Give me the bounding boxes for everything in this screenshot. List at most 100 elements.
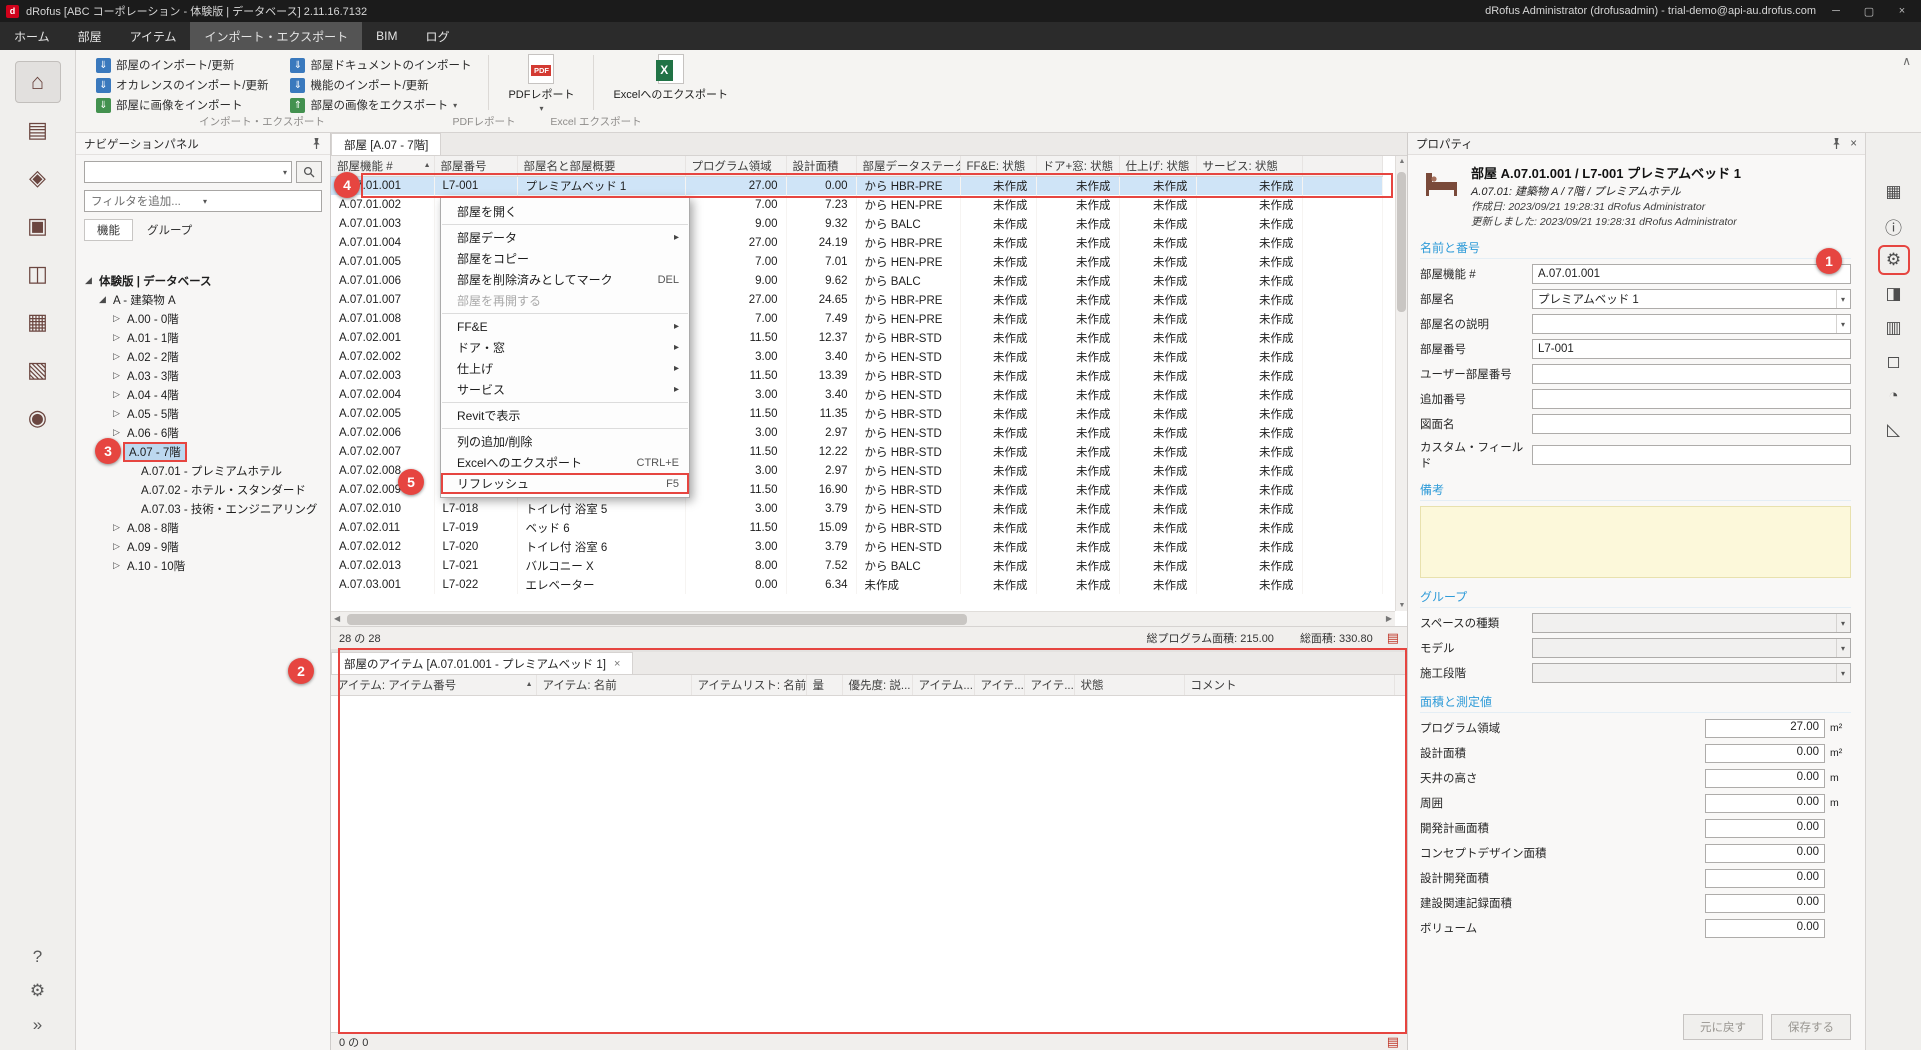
reports-icon[interactable]: ▧: [15, 349, 61, 391]
items-column-header[interactable]: 優先度: 説...: [842, 675, 912, 695]
rooms-column-header[interactable]: 仕上げ: 状態: [1119, 156, 1196, 176]
items-icon[interactable]: ◈: [15, 157, 61, 199]
tree-collapsed-icon[interactable]: ▷: [110, 560, 123, 571]
rooms-column-header[interactable]: 部屋番号: [434, 156, 517, 176]
items-column-header[interactable]: アイテム...: [912, 675, 974, 695]
tree-node[interactable]: ▷A.08 - 8階: [76, 518, 330, 537]
context-menu-item[interactable]: サービス▸: [441, 379, 689, 400]
info-icon[interactable]: ⓘ: [1878, 211, 1910, 241]
save-button[interactable]: 保存する: [1771, 1014, 1851, 1040]
items-column-header[interactable]: アイテ...: [1024, 675, 1074, 695]
ribbon-tab-インポート・エクスポート[interactable]: インポート・エクスポート: [190, 22, 362, 50]
table-row[interactable]: A.07.02.011L7-019ベッド 611.5015.09から HBR-S…: [331, 518, 1383, 537]
scroll-left-icon[interactable]: ◀: [334, 614, 340, 623]
undo-button[interactable]: 元に戻す: [1683, 1014, 1763, 1040]
property-input[interactable]: 0.00: [1705, 769, 1825, 788]
ribbon-collapse-icon[interactable]: ∧: [1902, 54, 1911, 68]
tree-node[interactable]: ▷A.02 - 2階: [76, 347, 330, 366]
context-menu-item[interactable]: 部屋を開く: [441, 201, 689, 222]
property-input[interactable]: ▾: [1532, 663, 1851, 683]
search-button[interactable]: [296, 161, 322, 183]
tree-collapsed-icon[interactable]: ▷: [110, 332, 123, 343]
ribbon-tab-ログ[interactable]: ログ: [411, 22, 463, 50]
tree-collapsed-icon[interactable]: ▷: [110, 522, 123, 533]
property-input[interactable]: プレミアムベッド 1▾: [1532, 289, 1851, 309]
property-input[interactable]: ▾: [1532, 613, 1851, 633]
ribbon-button[interactable]: ⇑部屋の画像をエクスポート▾: [282, 95, 479, 115]
property-input[interactable]: A.07.01.001: [1532, 264, 1851, 284]
property-input[interactable]: 0.00: [1705, 919, 1825, 938]
tree-expanded-icon[interactable]: ◢: [96, 294, 109, 305]
table-row[interactable]: A.07.01.001L7-001プレミアムベッド 127.000.00から H…: [331, 176, 1383, 195]
context-menu-item[interactable]: 部屋を再開する: [441, 290, 689, 311]
items-column-header[interactable]: アイテムリスト: 名前: [691, 675, 806, 695]
tree-node[interactable]: A.07.02 - ホテル・スタンダード: [76, 480, 330, 499]
sliders-icon[interactable]: ▥: [1878, 313, 1910, 343]
tree-node[interactable]: A.07.01 - プレミアムホテル: [76, 461, 330, 480]
pin-icon[interactable]: [1831, 137, 1842, 150]
items-column-header[interactable]: コメント: [1184, 675, 1394, 695]
notes-textarea[interactable]: [1420, 506, 1851, 578]
products-icon[interactable]: ◫: [15, 253, 61, 295]
rooms-icon[interactable]: ▤: [15, 109, 61, 151]
ribbon-tab-BIM[interactable]: BIM: [362, 22, 411, 50]
property-input[interactable]: 27.00: [1705, 719, 1825, 738]
tree-collapsed-icon[interactable]: ▷: [110, 427, 123, 438]
rooms-column-header[interactable]: 部屋データステータス: [856, 156, 960, 176]
report-icon[interactable]: ▤: [1387, 630, 1399, 646]
tree-node[interactable]: A.07.03 - 技術・エンジニアリング: [76, 499, 330, 518]
tree-expanded-icon[interactable]: ◢: [82, 275, 95, 286]
property-input[interactable]: 0.00: [1705, 869, 1825, 888]
items-column-header[interactable]: アイテ...: [974, 675, 1024, 695]
rooms-column-header[interactable]: プログラム領域: [685, 156, 786, 176]
ribbon-button[interactable]: ⇓部屋のインポート/更新: [88, 55, 276, 75]
property-input[interactable]: ▾: [1532, 314, 1851, 334]
tree-collapsed-icon[interactable]: ▷: [110, 541, 123, 552]
home-icon[interactable]: ⌂: [15, 61, 61, 103]
tree-collapsed-icon[interactable]: ▷: [110, 389, 123, 400]
tree-node[interactable]: ◢A - 建築物 A: [76, 290, 330, 309]
measure-icon[interactable]: ◺: [1878, 415, 1910, 445]
tree-node[interactable]: ▷A.05 - 5階: [76, 404, 330, 423]
scrollbar-thumb[interactable]: [347, 614, 967, 625]
gear-icon[interactable]: ⚙: [1878, 245, 1910, 275]
ribbon-button[interactable]: ⇓部屋に画像をインポート: [88, 95, 276, 115]
rooms-tab[interactable]: 部屋 [A.07 - 7階]: [331, 133, 441, 155]
table-row[interactable]: A.07.02.012L7-020トイレ付 浴室 63.003.79から HEN…: [331, 537, 1383, 556]
table-view-icon[interactable]: ▦: [1878, 177, 1910, 207]
table-row[interactable]: A.07.02.010L7-018トイレ付 浴室 53.003.79から HEN…: [331, 499, 1383, 518]
property-input[interactable]: 0.00: [1705, 744, 1825, 763]
rooms-column-header[interactable]: FF&E: 状態: [960, 156, 1036, 176]
property-input[interactable]: ▾: [1532, 638, 1851, 658]
rooms-column-header[interactable]: サービス: 状態: [1196, 156, 1302, 176]
property-input[interactable]: 0.00: [1705, 794, 1825, 813]
context-menu-item[interactable]: リフレッシュF5: [441, 473, 689, 494]
context-menu-item[interactable]: FF&E▸: [441, 316, 689, 337]
context-menu-item[interactable]: 部屋をコピー: [441, 248, 689, 269]
settings-icon[interactable]: ⚙: [15, 976, 61, 1006]
items-column-header[interactable]: 量: [806, 675, 842, 695]
property-input[interactable]: 0.00: [1705, 894, 1825, 913]
close-tab-icon[interactable]: ×: [614, 658, 620, 670]
layers-icon[interactable]: ◨: [1878, 279, 1910, 309]
tree-node[interactable]: ▷A.01 - 1階: [76, 328, 330, 347]
rooms-horizontal-scrollbar[interactable]: ◀ ▶: [331, 611, 1395, 626]
pin-icon[interactable]: [311, 137, 322, 150]
bim-icon[interactable]: ▣: [15, 205, 61, 247]
tree-node[interactable]: ▷A.03 - 3階: [76, 366, 330, 385]
context-menu-item[interactable]: 部屋を削除済みとしてマークDEL: [441, 269, 689, 290]
scrollbar-thumb[interactable]: [1397, 172, 1406, 312]
nav-tab-機能[interactable]: 機能: [84, 219, 133, 241]
tree-collapsed-icon[interactable]: ▷: [110, 351, 123, 362]
context-menu-item[interactable]: Revitで表示: [441, 405, 689, 426]
add-filter-dropdown[interactable]: フィルタを追加... ▾: [84, 190, 322, 212]
admin-icon[interactable]: ◉: [15, 397, 61, 439]
property-input[interactable]: [1532, 445, 1851, 465]
items-column-header[interactable]: 状態: [1074, 675, 1184, 695]
context-menu-item[interactable]: 列の追加/削除: [441, 431, 689, 452]
minimize-icon[interactable]: ─: [1823, 5, 1849, 17]
property-input[interactable]: L7-001: [1532, 339, 1851, 359]
context-menu-item[interactable]: ドア・窓▸: [441, 337, 689, 358]
rooms-column-header[interactable]: 設計面積: [786, 156, 856, 176]
history-icon[interactable]: ◔: [1878, 381, 1910, 411]
